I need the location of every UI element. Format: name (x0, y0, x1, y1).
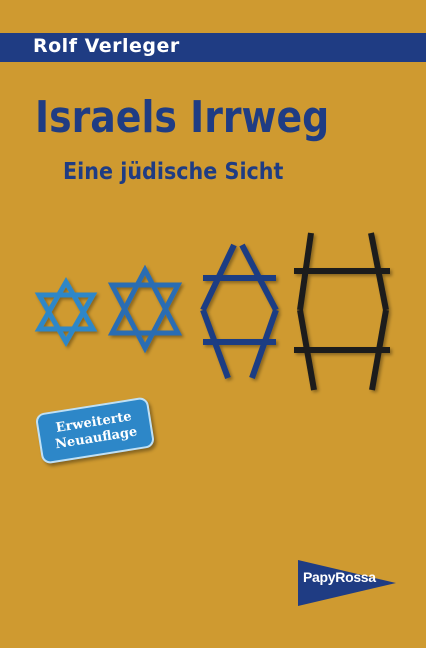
publisher-logo: PapyRossa (298, 560, 396, 606)
star-of-david-medium-blue-icon (107, 264, 183, 354)
star-of-david-light-blue-icon (34, 276, 98, 348)
stretched-star-dark-blue-icon (200, 243, 279, 380)
publisher-name: PapyRossa (303, 569, 376, 585)
star-evolution-illustration (34, 232, 390, 391)
rectangular-frame-black-icon (294, 232, 390, 391)
